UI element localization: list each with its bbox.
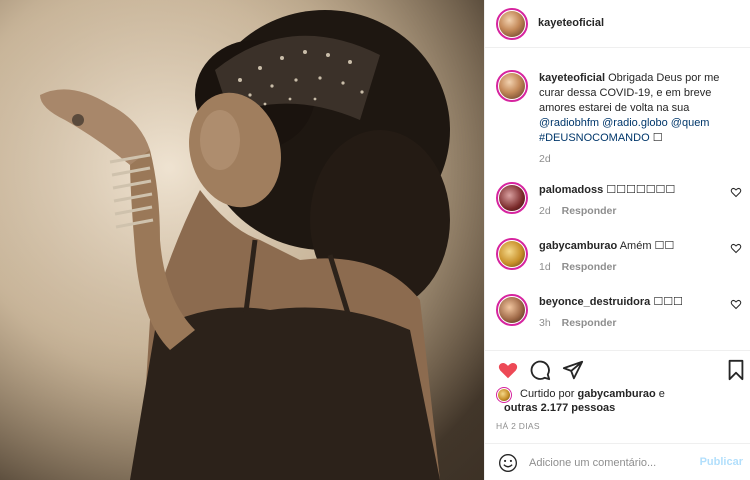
comment-username[interactable]: gabycamburao	[539, 240, 617, 252]
comment-username[interactable]: palomadoss	[539, 184, 603, 196]
caption-username[interactable]: kayeteoficial	[539, 72, 605, 84]
likes-others-link[interactable]: outras 2.177 pessoas	[504, 402, 615, 414]
comment-avatar[interactable]	[496, 238, 528, 270]
comment-avatar[interactable]	[496, 294, 528, 326]
comment-body: ☐☐☐☐☐☐☐	[606, 184, 676, 196]
likes-line-1: Curtido por gabycamburao e	[520, 387, 746, 401]
comment-meta: 3h Responder	[539, 317, 616, 329]
comment-body: ☐☐☐	[653, 296, 683, 308]
post-photo[interactable]	[0, 0, 484, 480]
comment-meta: 2d Responder	[539, 205, 616, 217]
comment-text: palomadoss ☐☐☐☐☐☐☐	[539, 183, 675, 196]
share-icon[interactable]	[562, 359, 584, 381]
heart-outline-icon[interactable]	[730, 186, 742, 198]
likes-line-2: outras 2.177 pessoas	[504, 401, 615, 415]
add-comment-bar: Publicar	[485, 443, 750, 480]
comment-avatar[interactable]	[496, 182, 528, 214]
heart-filled-icon[interactable]	[497, 359, 519, 381]
reply-button[interactable]: Responder	[562, 317, 617, 329]
reply-button[interactable]: Responder	[562, 205, 617, 217]
caption-emoji: ☐	[652, 132, 663, 144]
heart-outline-icon[interactable]	[730, 298, 742, 310]
caption-hashtag[interactable]: #DEUSNOCOMANDO	[539, 132, 650, 144]
caption-time[interactable]: 2d	[539, 153, 551, 165]
likes-summary: Curtido por gabycamburao e outras 2.177 …	[496, 386, 746, 416]
comment-time[interactable]: 3h	[539, 317, 551, 329]
caption-avatar[interactable]	[496, 70, 528, 102]
caption-text: kayeteoficial Obrigada Deus por me curar…	[539, 71, 746, 146]
comment-item: palomadoss ☐☐☐☐☐☐☐ 2d Responder	[496, 180, 746, 230]
post-timestamp[interactable]: HÁ 2 DIAS	[496, 421, 540, 431]
comment-time[interactable]: 1d	[539, 261, 551, 273]
comment-time[interactable]: 2d	[539, 205, 551, 217]
post-header: kayeteoficial	[485, 0, 750, 48]
liker-username[interactable]: gabycamburao	[577, 388, 655, 400]
heart-outline-icon[interactable]	[730, 242, 742, 254]
comment-text: gabycamburao Amém ☐☐	[539, 239, 674, 252]
comment-meta: 1d Responder	[539, 261, 616, 273]
comment-body: Amém ☐☐	[619, 240, 675, 252]
reply-button[interactable]: Responder	[562, 261, 617, 273]
post-photo-art	[0, 0, 484, 480]
post-comment-button[interactable]: Publicar	[700, 456, 743, 468]
comment-item: beyonce_destruidora ☐☐☐ 3h Responder	[496, 292, 746, 342]
comment-icon[interactable]	[529, 359, 551, 381]
bookmark-icon[interactable]	[725, 359, 747, 381]
likes-joiner: e	[658, 388, 665, 400]
caption-mentions[interactable]: @radiobhfm @radio.globo @quem	[539, 117, 709, 129]
author-avatar[interactable]	[496, 8, 528, 40]
comment-username[interactable]: beyonce_destruidora	[539, 296, 650, 308]
smile-icon[interactable]	[498, 453, 518, 473]
comment-input[interactable]	[529, 454, 689, 472]
post-side-panel: kayeteoficial kayeteoficial Obrigada Deu…	[484, 0, 750, 480]
comment-text: beyonce_destruidora ☐☐☐	[539, 295, 683, 308]
comment-item: gabycamburao Amém ☐☐ 1d Responder	[496, 236, 746, 286]
author-username[interactable]: kayeteoficial	[538, 17, 604, 29]
likes-prefix: Curtido por	[520, 388, 575, 400]
post-actions	[485, 350, 750, 386]
